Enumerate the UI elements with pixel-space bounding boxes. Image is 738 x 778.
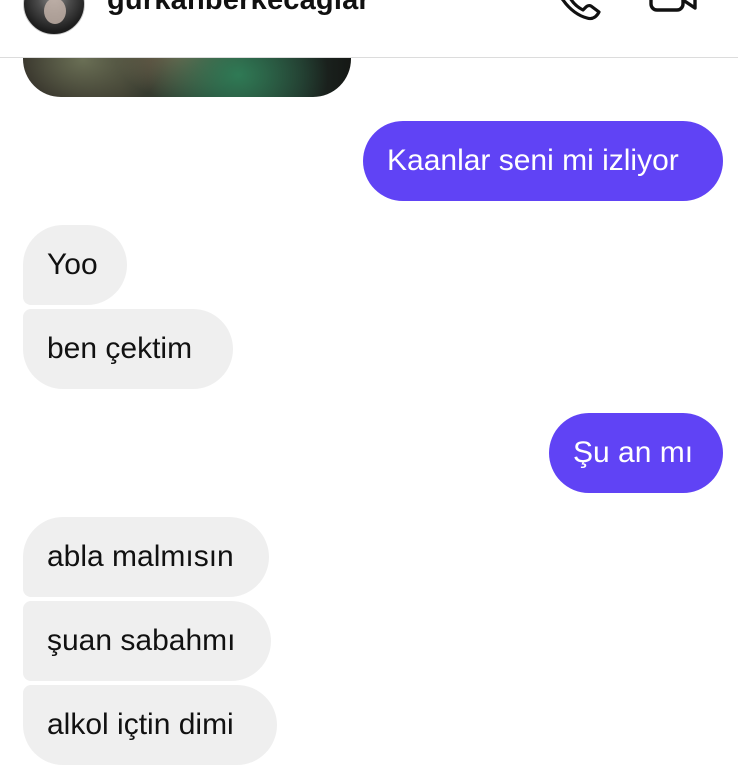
avatar-face — [44, 0, 66, 24]
message-text: Yoo — [47, 248, 98, 281]
message-text: abla malmısın — [47, 540, 234, 573]
message-bubble-incoming[interactable]: alkol içtin dimi — [23, 685, 277, 765]
avatar[interactable] — [23, 0, 85, 35]
chat-header: gurkanberkecaglar — [0, 0, 738, 58]
phone-icon[interactable] — [553, 0, 601, 24]
message-bubble-incoming[interactable]: abla malmısın — [23, 517, 269, 597]
message-text: ben çektim — [47, 332, 193, 365]
video-camera-icon[interactable] — [647, 0, 699, 22]
message-bubble-incoming[interactable]: ben çektim — [23, 309, 233, 389]
message-bubble-incoming[interactable]: şuan sabahmı — [23, 601, 271, 681]
message-text: şuan sabahmı — [47, 624, 236, 657]
chat-username[interactable]: gurkanberkecaglar — [107, 0, 370, 17]
message-bubble-incoming[interactable]: Yoo — [23, 225, 127, 305]
message-text: Kaanlar seni mi izliyor — [387, 144, 679, 177]
message-bubble-outgoing[interactable]: Kaanlar seni mi izliyor — [363, 121, 723, 201]
message-text: alkol içtin dimi — [47, 708, 234, 741]
message-bubble-outgoing[interactable]: Şu an mı — [549, 413, 723, 493]
message-text: Şu an mı — [573, 436, 694, 469]
